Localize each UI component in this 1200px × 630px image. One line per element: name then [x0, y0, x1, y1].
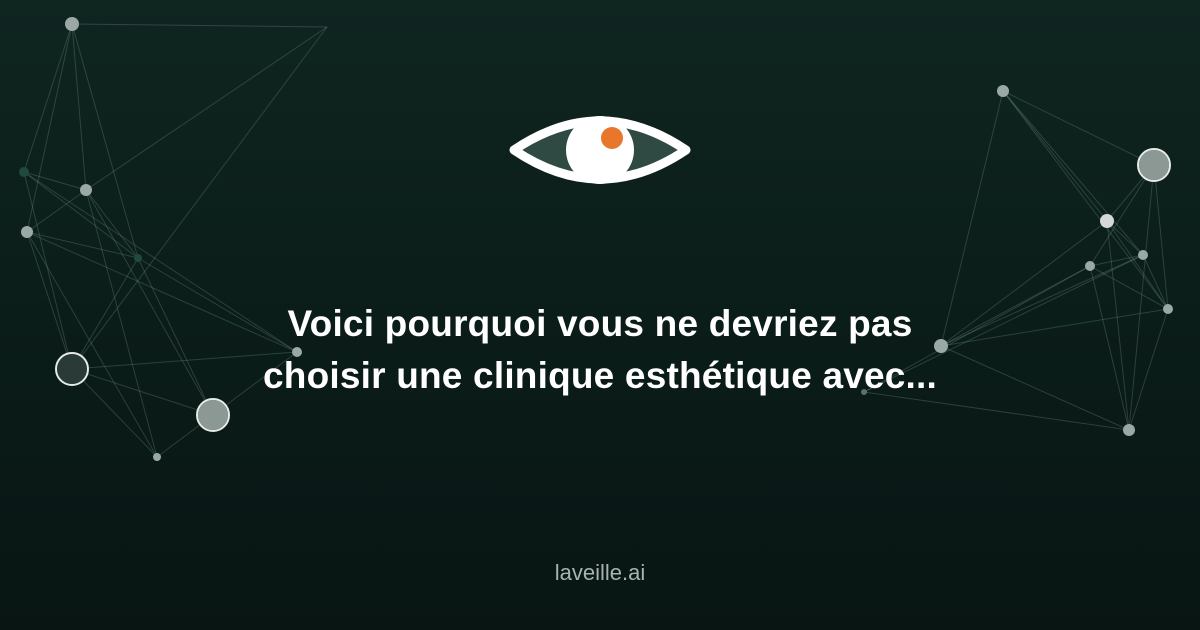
eye-pupil-accent	[601, 127, 623, 149]
eye-iris	[566, 116, 634, 184]
article-headline: Voici pourquoi vous ne devriez pas chois…	[263, 303, 937, 396]
eye-icon	[509, 116, 691, 184]
site-brand: laveille.ai	[554, 560, 646, 585]
